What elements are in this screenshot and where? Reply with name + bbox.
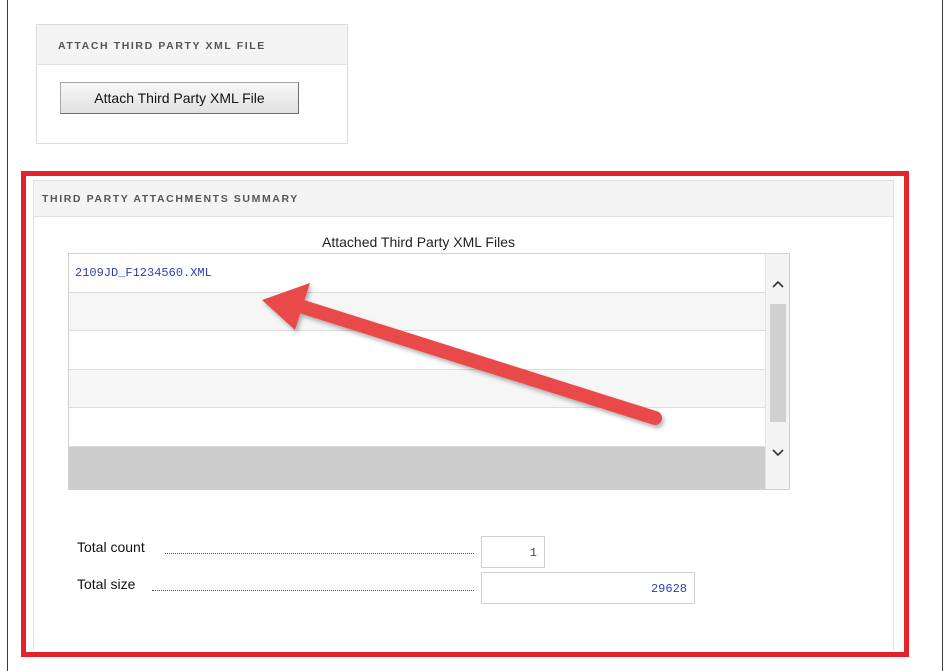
attach-xml-file-button[interactable]: Attach Third Party XML File	[60, 82, 299, 114]
attach-xml-panel: ATTACH THIRD PARTY XML FILE Attach Third…	[36, 24, 348, 144]
highlight-box	[21, 171, 909, 657]
attach-panel-header: ATTACH THIRD PARTY XML FILE	[37, 25, 347, 65]
